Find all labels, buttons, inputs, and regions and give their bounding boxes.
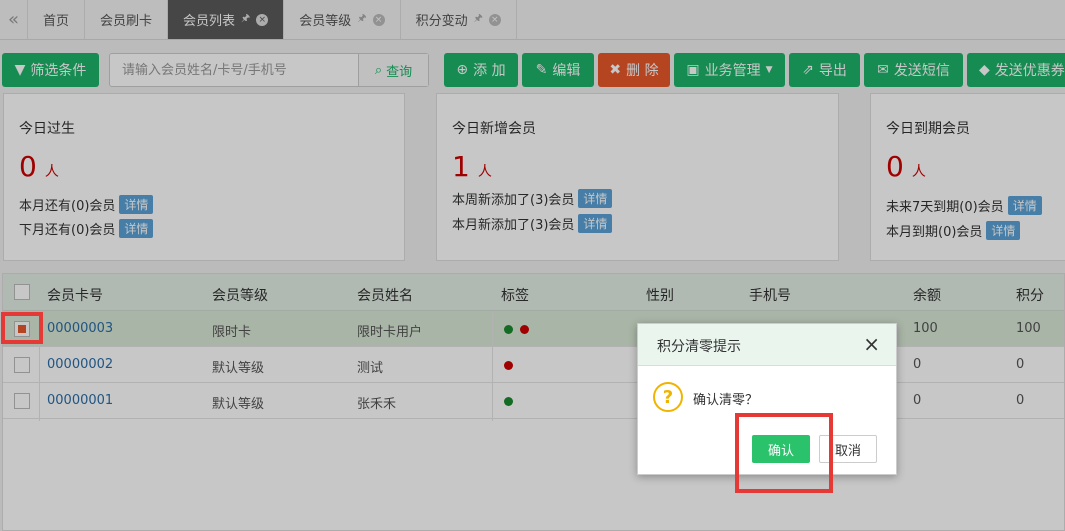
close-icon[interactable]: × [863,334,880,354]
question-icon: ? [653,382,683,412]
points-reset-dialog: 积分清零提示 × ? 确认清零？ 确认 取消 [637,323,897,475]
modal-overlay [0,0,1065,531]
confirm-button[interactable]: 确认 [752,435,810,463]
dialog-title: 积分清零提示 [657,339,741,355]
cancel-button[interactable]: 取消 [819,435,877,463]
dialog-header: 积分清零提示 × [638,324,896,366]
dialog-message: 确认清零？ [693,393,759,408]
